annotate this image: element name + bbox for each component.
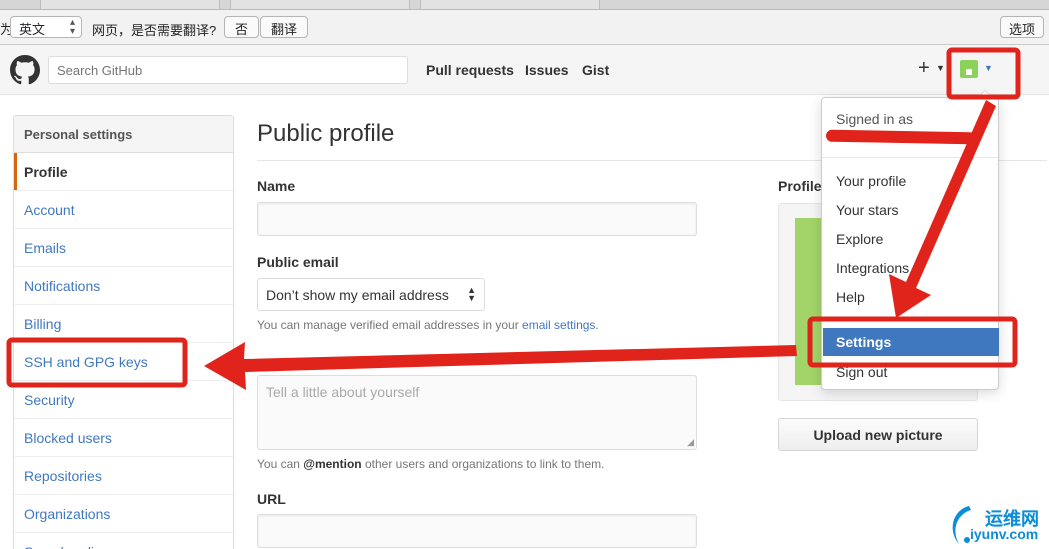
dropdown-caret: [977, 90, 993, 98]
create-new-plus-icon[interactable]: +: [918, 57, 930, 80]
profile-picture-label: Profile picture: [778, 178, 821, 194]
name-field[interactable]: [257, 202, 697, 236]
options-button[interactable]: 选项: [1000, 16, 1045, 38]
dropdown-item-sign-out[interactable]: Sign out: [836, 364, 887, 380]
sidebar-item-profile[interactable]: Profile: [14, 153, 233, 191]
avatar[interactable]: [960, 60, 978, 78]
resize-grip-icon[interactable]: ◢: [687, 437, 694, 448]
github-logo-icon[interactable]: [10, 55, 40, 85]
translate-bar: 为 英文 ▴ ▾ 网页，是否需要翻译? 否 翻译 选项: [0, 10, 1049, 45]
page-title: Public profile: [257, 120, 395, 147]
sidebar-item-account[interactable]: Account: [14, 191, 233, 229]
url-field[interactable]: [257, 514, 697, 548]
dropdown-item-settings[interactable]: Settings: [823, 328, 999, 356]
language-select-value: 英文: [19, 22, 46, 37]
nav-gist[interactable]: Gist: [582, 62, 609, 78]
sidebar-item-saved-replies[interactable]: Saved replies: [14, 533, 233, 549]
bio-note: You can @mention other users and organiz…: [257, 457, 605, 471]
bio-placeholder: Tell a little about yourself: [266, 384, 420, 400]
dropdown-item-explore[interactable]: Explore: [836, 231, 883, 247]
url-label: URL: [257, 491, 286, 507]
nav-pull-requests[interactable]: Pull requests: [426, 62, 514, 78]
browser-tab-strip: [0, 0, 1049, 10]
dropdown-item-your-profile[interactable]: Your profile: [836, 173, 906, 189]
nav-issues[interactable]: Issues: [525, 62, 569, 78]
site-header: Pull requests Issues Gist + ▼ ▼: [0, 45, 1049, 95]
search-input[interactable]: [48, 56, 408, 84]
sidebar-item-ssh-gpg-keys[interactable]: SSH and GPG keys: [14, 343, 233, 381]
dropdown-divider: [822, 317, 998, 318]
dropdown-item-integrations[interactable]: Integrations: [836, 260, 909, 276]
translate-question: 网页，是否需要翻译?: [92, 23, 217, 38]
sidebar-item-emails[interactable]: Emails: [14, 229, 233, 267]
chevron-down-icon[interactable]: ▼: [984, 63, 993, 73]
dropdown-item-help[interactable]: Help: [836, 289, 865, 305]
public-email-label: Public email: [257, 254, 339, 270]
sidebar-item-billing[interactable]: Billing: [14, 305, 233, 343]
no-button[interactable]: 否: [224, 16, 260, 38]
settings-sidebar: Personal settings Profile Account Emails…: [13, 115, 234, 549]
browser-tab[interactable]: [230, 0, 410, 9]
language-select[interactable]: 英文 ▴ ▾: [10, 16, 82, 38]
bio-textarea[interactable]: Tell a little about yourself ◢: [257, 375, 697, 450]
email-settings-link[interactable]: email settings: [522, 318, 595, 332]
translate-button[interactable]: 翻译: [260, 16, 309, 38]
chevron-down-icon[interactable]: ▼: [936, 63, 945, 73]
sidebar-item-security[interactable]: Security: [14, 381, 233, 419]
dropdown-header: Signed in as: [822, 98, 998, 158]
email-note: You can manage verified email addresses …: [257, 318, 599, 332]
public-email-select[interactable]: Don’t show my email address ▲ ▼: [257, 278, 485, 311]
dropdown-item-your-stars[interactable]: Your stars: [836, 202, 899, 218]
signed-in-as-text: Signed in as: [836, 111, 914, 127]
select-arrows-icon: ▲ ▼: [467, 285, 476, 303]
sidebar-item-notifications[interactable]: Notifications: [14, 267, 233, 305]
public-email-select-value: Don’t show my email address: [266, 287, 449, 303]
watermark-text-en: iyunv.com: [970, 526, 1039, 542]
browser-tab[interactable]: [420, 0, 600, 9]
sidebar-heading: Personal settings: [14, 116, 233, 153]
name-label: Name: [257, 178, 296, 194]
sidebar-item-organizations[interactable]: Organizations: [14, 495, 233, 533]
sidebar-item-blocked-users[interactable]: Blocked users: [14, 419, 233, 457]
sidebar-item-repositories[interactable]: Repositories: [14, 457, 233, 495]
upload-picture-button[interactable]: Upload new picture: [778, 418, 978, 451]
browser-tab[interactable]: [40, 0, 220, 9]
select-arrows-icon: ▴ ▾: [69, 17, 75, 37]
